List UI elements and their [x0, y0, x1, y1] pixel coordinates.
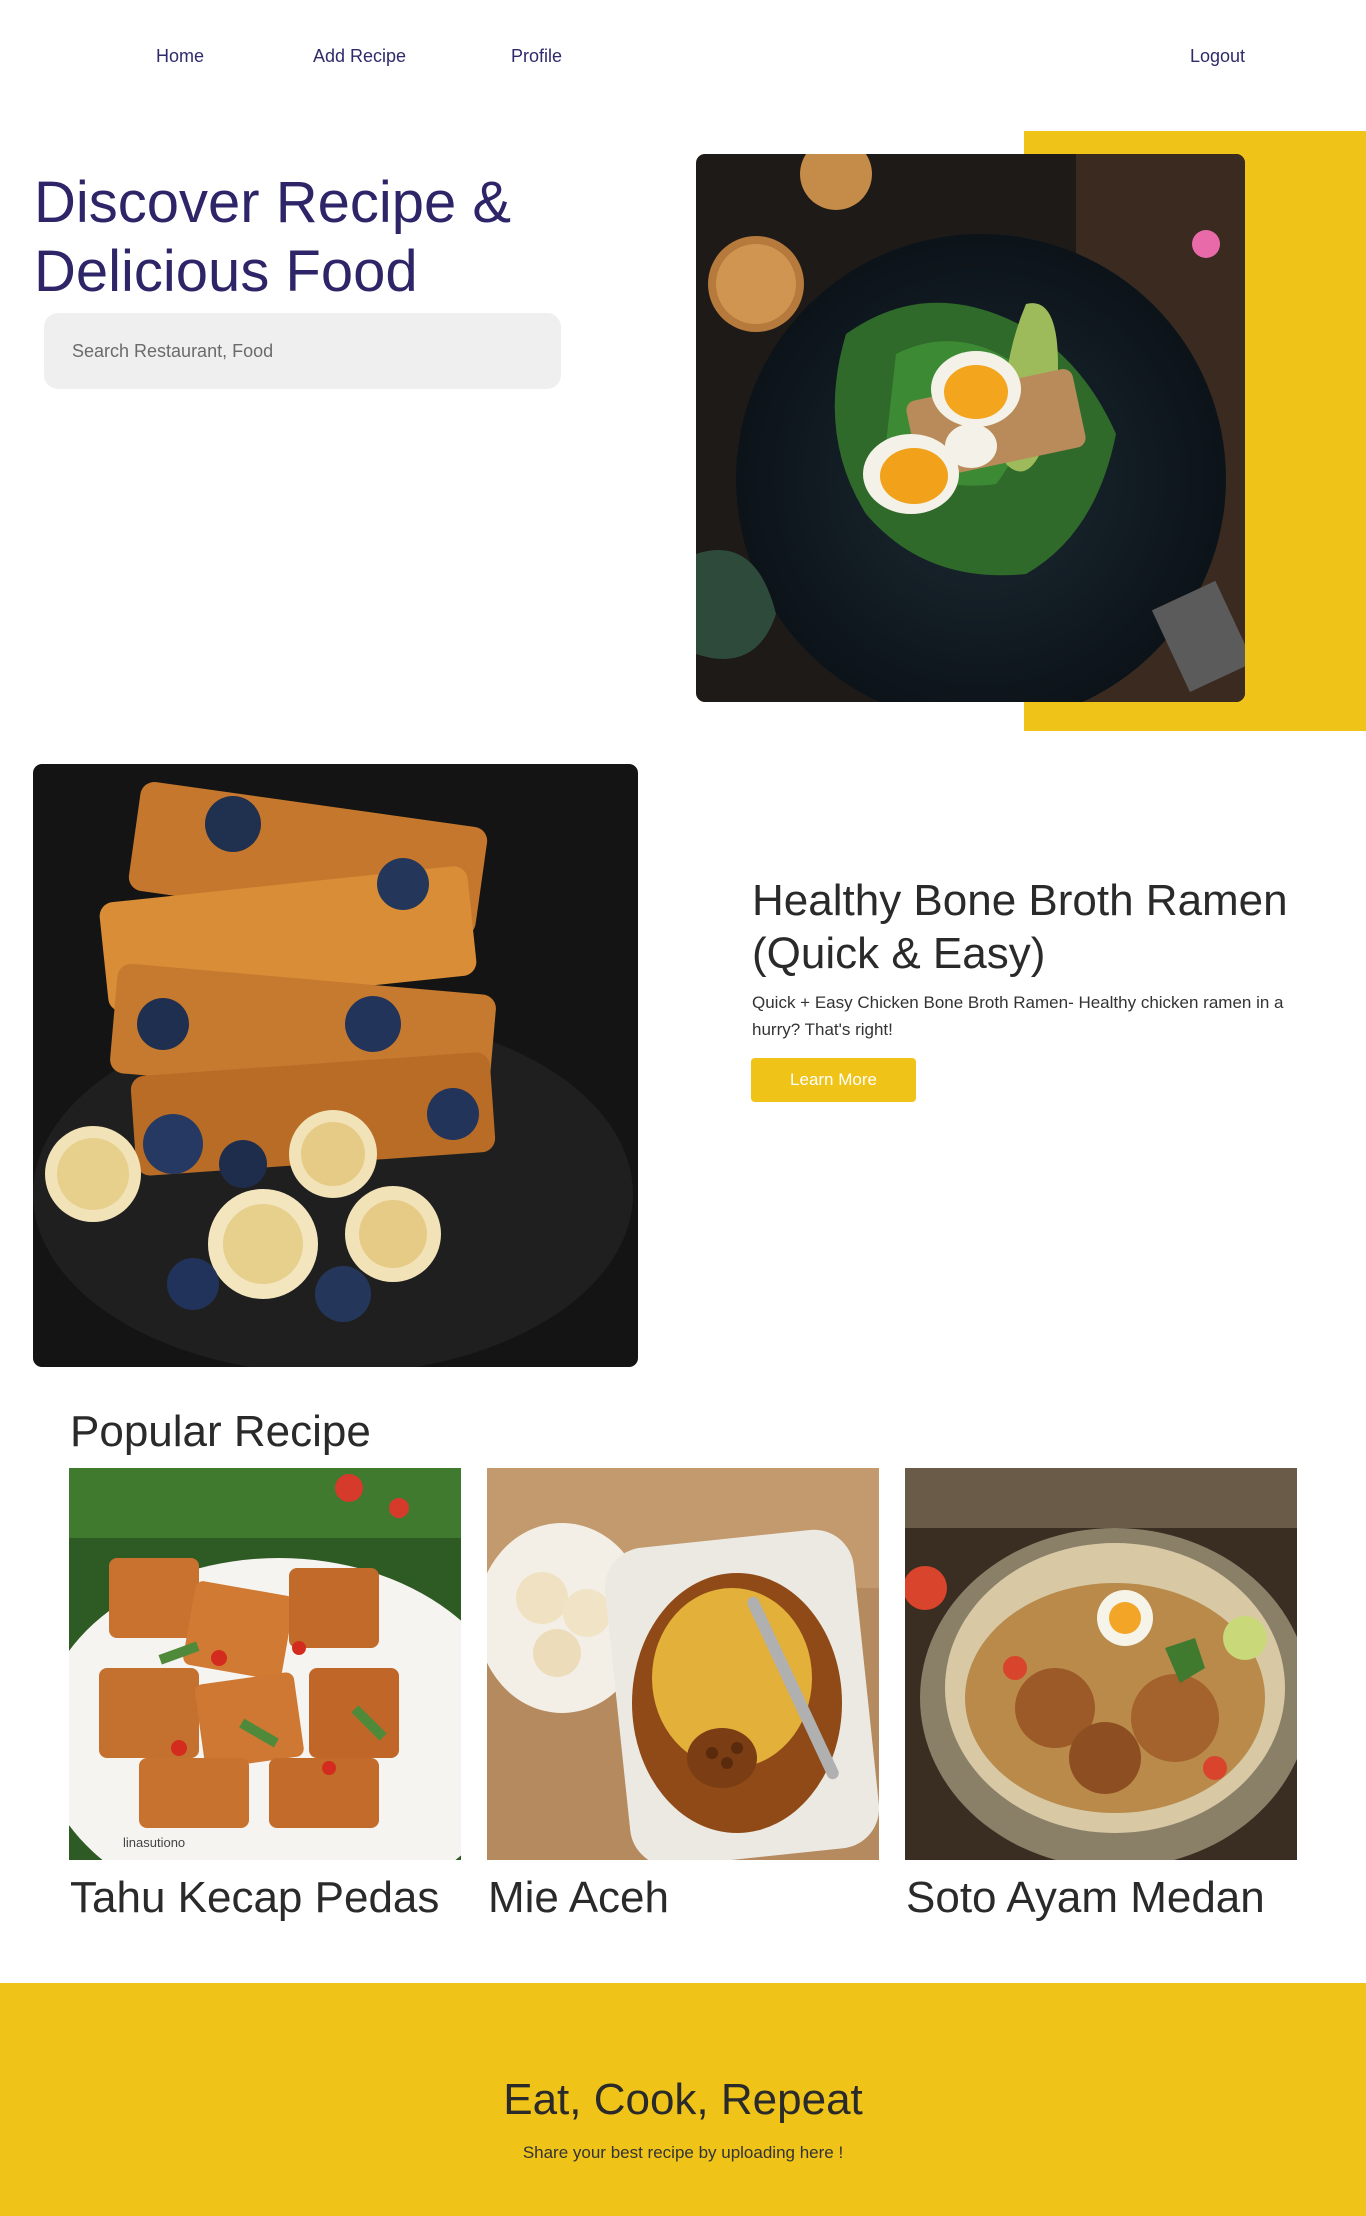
- recipe-image[interactable]: [487, 1468, 879, 1860]
- nav-logout-link[interactable]: Logout: [1190, 46, 1245, 67]
- nav-profile-link[interactable]: Profile: [511, 46, 562, 67]
- recipe-title[interactable]: Soto Ayam Medan: [906, 1868, 1297, 1928]
- recipe-card-mie-aceh[interactable]: Mie Aceh: [487, 1468, 879, 1928]
- feature-title: Healthy Bone Broth Ramen (Quick & Easy): [752, 876, 1288, 978]
- recipe-title[interactable]: Tahu Kecap Pedas: [70, 1868, 461, 1928]
- feature-food-image: [33, 764, 638, 1367]
- learn-more-button[interactable]: Learn More: [751, 1058, 916, 1102]
- recipe-image[interactable]: [69, 1468, 461, 1860]
- recipe-image[interactable]: [905, 1468, 1297, 1860]
- recipe-card-tahu-kecap-pedas[interactable]: linasutiono Tahu Kecap Pedas: [69, 1468, 461, 1928]
- recipe-title[interactable]: Mie Aceh: [488, 1868, 879, 1928]
- hero-food-image: [696, 154, 1245, 702]
- nav-add-recipe-link[interactable]: Add Recipe: [313, 46, 406, 67]
- footer: Eat, Cook, Repeat Share your best recipe…: [0, 1983, 1366, 2216]
- search-input[interactable]: [44, 313, 561, 389]
- footer-subtitle: Share your best recipe by uploading here…: [522, 2143, 844, 2162]
- feature-description: Quick + Easy Chicken Bone Broth Ramen- H…: [752, 993, 1284, 1039]
- recipe-card-soto-ayam-medan[interactable]: Soto Ayam Medan: [905, 1468, 1297, 1928]
- footer-title: Eat, Cook, Repeat: [503, 2075, 863, 2124]
- recipe-watermark: linasutiono: [123, 1835, 186, 1850]
- hero-title: Discover Recipe & Delicious Food: [34, 170, 512, 304]
- nav-home-link[interactable]: Home: [156, 46, 204, 67]
- popular-section-title: Popular Recipe: [70, 1407, 371, 1456]
